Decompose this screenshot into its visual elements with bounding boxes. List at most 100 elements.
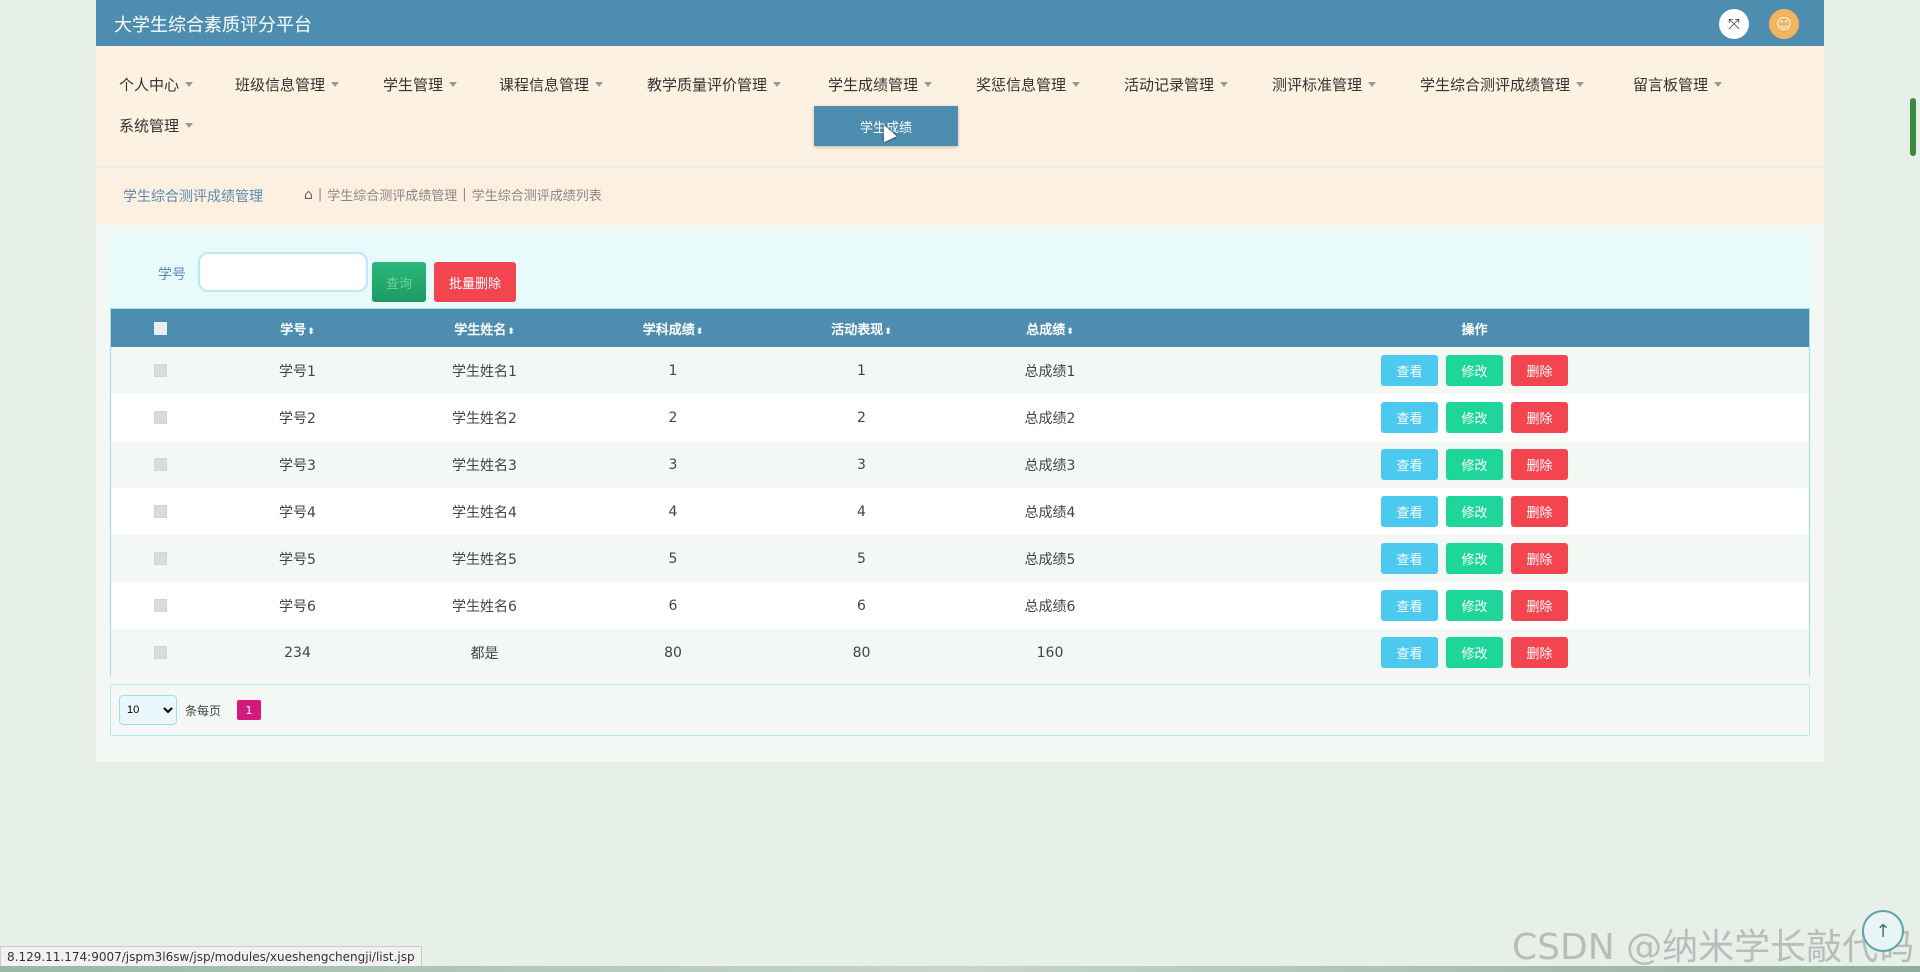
- nav-item-reward-punish[interactable]: 奖惩信息管理: [976, 74, 1081, 95]
- cell-activity: 4: [857, 503, 866, 520]
- table-row: 234 都是 80 80 160 查看 修改 删除: [111, 629, 1809, 676]
- app-title: 大学生综合素质评分平台: [114, 15, 312, 36]
- row-checkbox[interactable]: [153, 646, 167, 659]
- row-checkbox[interactable]: [153, 552, 167, 565]
- cell-total: 总成绩5: [1024, 551, 1076, 568]
- nav-item-eval-standard[interactable]: 测评标准管理: [1272, 74, 1377, 95]
- sort-icon: ⬍: [307, 326, 315, 337]
- batch-delete-button[interactable]: 批量删除: [434, 262, 516, 302]
- breadcrumb-separator: |: [462, 187, 467, 202]
- nav-item-message-board[interactable]: 留言板管理: [1633, 74, 1723, 95]
- cell-name: 学生姓名6: [452, 598, 517, 615]
- column-header-activity[interactable]: 活动表现⬍: [763, 309, 960, 347]
- column-header-name[interactable]: 学生姓名⬍: [386, 309, 583, 347]
- edit-button[interactable]: 修改: [1446, 543, 1503, 574]
- view-button[interactable]: 查看: [1381, 637, 1438, 668]
- edit-button[interactable]: 修改: [1446, 449, 1503, 480]
- view-button[interactable]: 查看: [1381, 590, 1438, 621]
- nav-item-class-info[interactable]: 班级信息管理: [235, 74, 340, 95]
- edit-button[interactable]: 修改: [1446, 402, 1503, 433]
- nav-item-personal-center[interactable]: 个人中心: [119, 74, 194, 95]
- caret-down-icon: [1714, 82, 1723, 87]
- nav-item-label: 系统管理: [119, 117, 180, 135]
- row-actions: 查看 修改 删除: [1140, 590, 1809, 621]
- cell-activity: 3: [857, 456, 866, 473]
- nav-item-label: 班级信息管理: [235, 76, 326, 94]
- row-actions: 查看 修改 删除: [1140, 355, 1809, 386]
- cell-subject: 1: [668, 362, 678, 379]
- nav-item-student-grades[interactable]: 学生成绩管理: [828, 74, 933, 95]
- page-number-current[interactable]: 1: [237, 700, 261, 720]
- nav-item-comprehensive-eval[interactable]: 学生综合测评成绩管理: [1420, 74, 1585, 95]
- view-button[interactable]: 查看: [1381, 449, 1438, 480]
- edit-button[interactable]: 修改: [1446, 637, 1503, 668]
- pagination: 10 条每页 1: [110, 684, 1810, 736]
- student-id-search-input[interactable]: [198, 252, 368, 292]
- delete-button[interactable]: 删除: [1511, 355, 1568, 386]
- cell-subject: 2: [668, 409, 678, 426]
- row-checkbox[interactable]: [153, 411, 167, 424]
- nav-item-label: 测评标准管理: [1272, 76, 1363, 94]
- row-checkbox[interactable]: [153, 458, 167, 471]
- user-icon[interactable]: ☺: [1769, 9, 1799, 39]
- breadcrumb-level2: 学生综合测评成绩列表: [471, 189, 602, 204]
- cell-student-id: 学号4: [279, 504, 316, 521]
- back-to-top-icon[interactable]: ↑: [1862, 910, 1904, 952]
- nav-item-label: 课程信息管理: [499, 76, 590, 94]
- breadcrumb-level1[interactable]: 学生综合测评成绩管理: [327, 185, 457, 204]
- cell-student-id: 学号6: [279, 598, 316, 615]
- view-button[interactable]: 查看: [1381, 543, 1438, 574]
- table-row: 学号4 学生姓名4 4 4 总成绩4 查看 修改 删除: [111, 488, 1809, 535]
- column-header-subject[interactable]: 学科成绩⬍: [583, 309, 763, 347]
- edit-button[interactable]: 修改: [1446, 496, 1503, 527]
- view-button[interactable]: 查看: [1381, 355, 1438, 386]
- column-header-actions: 操作: [1461, 322, 1488, 338]
- column-header-total[interactable]: 总成绩⬍: [960, 309, 1140, 347]
- select-all-checkbox[interactable]: [153, 321, 167, 335]
- row-actions: 查看 修改 删除: [1140, 449, 1809, 480]
- expand-icon[interactable]: ⤧: [1719, 9, 1749, 39]
- row-checkbox[interactable]: [153, 599, 167, 612]
- delete-button[interactable]: 删除: [1511, 543, 1568, 574]
- cell-subject: 80: [664, 644, 682, 661]
- delete-button[interactable]: 删除: [1511, 637, 1568, 668]
- view-button[interactable]: 查看: [1381, 496, 1438, 527]
- sort-icon: ⬍: [695, 326, 704, 337]
- search-button[interactable]: 查询: [372, 262, 426, 302]
- nav-item-course-info[interactable]: 课程信息管理: [499, 74, 604, 95]
- home-icon[interactable]: ⌂: [304, 187, 313, 203]
- nav-item-activity-record[interactable]: 活动记录管理: [1124, 74, 1229, 95]
- edit-button[interactable]: 修改: [1446, 355, 1503, 386]
- cell-name: 学生姓名4: [452, 504, 517, 521]
- sort-icon: ⬍: [884, 326, 892, 337]
- delete-button[interactable]: 删除: [1511, 496, 1568, 527]
- delete-button[interactable]: 删除: [1511, 449, 1568, 480]
- nav-item-teaching-eval[interactable]: 教学质量评价管理: [647, 74, 782, 95]
- grades-table: 学号⬍ 学生姓名⬍ 学科成绩⬍ 活动表现⬍ 总成绩⬍ 操作 学号1 学生姓名1 …: [110, 308, 1810, 676]
- search-form: 学号 查询 批量删除: [110, 234, 1810, 306]
- cell-total: 160: [1036, 644, 1064, 661]
- sort-icon: ⬍: [507, 326, 515, 337]
- delete-button[interactable]: 删除: [1511, 590, 1568, 621]
- cell-student-id: 学号3: [279, 457, 316, 474]
- row-checkbox[interactable]: [153, 505, 167, 518]
- nav-item-student[interactable]: 学生管理: [383, 74, 458, 95]
- page-size-select[interactable]: 10: [119, 695, 177, 725]
- delete-button[interactable]: 删除: [1511, 402, 1568, 433]
- edit-button[interactable]: 修改: [1446, 590, 1503, 621]
- cell-student-id: 234: [284, 644, 311, 661]
- nav-item-label: 活动记录管理: [1124, 76, 1215, 94]
- per-page-label: 条每页: [185, 704, 222, 718]
- caret-down-icon: [773, 82, 782, 87]
- row-checkbox[interactable]: [153, 364, 167, 377]
- view-button[interactable]: 查看: [1381, 402, 1438, 433]
- nav-item-system[interactable]: 系统管理: [119, 115, 194, 136]
- top-nav: 个人中心 班级信息管理 学生管理 课程信息管理 教学质量评价管理 学生成绩管理 …: [96, 46, 1824, 166]
- nav-item-label: 留言板管理: [1633, 76, 1709, 94]
- scrollbar-thumb[interactable]: [1910, 98, 1916, 156]
- breadcrumb: ⌂ | 学生综合测评成绩管理 | 学生综合测评成绩列表: [304, 185, 602, 205]
- caret-down-icon: [185, 123, 194, 128]
- table-row: 学号2 学生姓名2 2 2 总成绩2 查看 修改 删除: [111, 394, 1809, 441]
- table-header-row: 学号⬍ 学生姓名⬍ 学科成绩⬍ 活动表现⬍ 总成绩⬍ 操作: [111, 309, 1809, 347]
- column-header-student-id[interactable]: 学号⬍: [209, 309, 386, 347]
